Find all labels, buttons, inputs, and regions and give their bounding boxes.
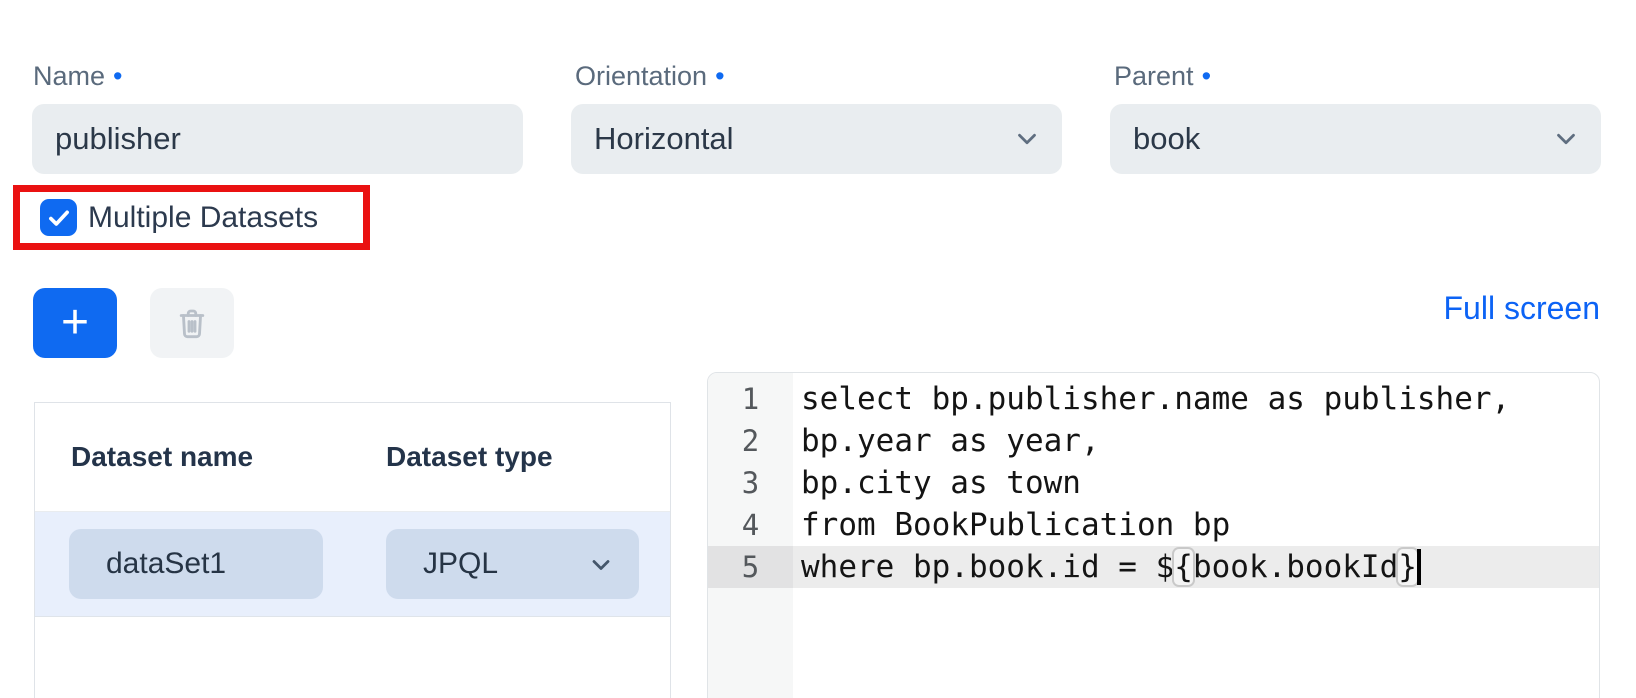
line-number: 5 xyxy=(708,546,793,588)
table-row[interactable]: dataSet1 JPQL xyxy=(35,512,670,617)
parent-field-label: Parent • xyxy=(1114,60,1211,92)
code-line-text: bp.year as year, xyxy=(793,420,1599,462)
code-line-text: from BookPublication bp xyxy=(793,504,1599,546)
code-line[interactable]: 3 bp.city as town xyxy=(708,462,1599,504)
line-number: 3 xyxy=(708,462,793,504)
code-line[interactable]: 2 bp.year as year, xyxy=(708,420,1599,462)
code-line[interactable]: 4 from BookPublication bp xyxy=(708,504,1599,546)
jpql-code-editor[interactable]: 1 select bp.publisher.name as publisher,… xyxy=(707,372,1600,698)
code-line-text: bp.city as town xyxy=(793,462,1599,504)
name-input[interactable]: publisher xyxy=(32,104,523,174)
column-header-dataset-type: Dataset type xyxy=(386,441,553,473)
plus-icon: + xyxy=(61,296,89,349)
chevron-down-icon xyxy=(1012,124,1042,154)
orientation-label-text: Orientation xyxy=(575,61,707,91)
dataset-name-input[interactable]: dataSet1 xyxy=(69,529,323,599)
required-indicator: • xyxy=(113,61,122,91)
code-line-active[interactable]: 5 where bp.book.id = ${book.bookId} xyxy=(708,546,1599,588)
line-number: 2 xyxy=(708,420,793,462)
dataset-type-value: JPQL xyxy=(423,547,498,581)
required-indicator: • xyxy=(715,61,724,91)
code-segment: book.bookId xyxy=(1193,549,1398,585)
code-line-text: select bp.publisher.name as publisher, xyxy=(793,378,1599,420)
chevron-down-icon xyxy=(1551,124,1581,154)
name-input-value: publisher xyxy=(55,121,181,157)
dataset-name-value: dataSet1 xyxy=(106,547,226,581)
fullscreen-link[interactable]: Full screen xyxy=(1444,290,1601,327)
orientation-field-label: Orientation • xyxy=(575,60,725,92)
trash-icon xyxy=(174,305,210,341)
parent-label-text: Parent xyxy=(1114,61,1194,91)
line-number: 4 xyxy=(708,504,793,546)
datasets-table-header: Dataset name Dataset type xyxy=(35,403,670,512)
parent-select[interactable]: book xyxy=(1110,104,1601,174)
required-indicator: • xyxy=(1202,61,1211,91)
dataset-type-select[interactable]: JPQL xyxy=(386,529,639,599)
matched-bracket-open: { xyxy=(1174,549,1193,585)
add-dataset-button[interactable]: + xyxy=(33,288,117,358)
chevron-down-icon xyxy=(587,551,615,579)
code-line-text: where bp.book.id = ${book.bookId} xyxy=(793,546,1599,588)
text-cursor xyxy=(1417,549,1421,585)
checkmark-icon xyxy=(46,205,72,231)
code-line[interactable]: 1 select bp.publisher.name as publisher, xyxy=(708,378,1599,420)
editor-code-area[interactable]: 1 select bp.publisher.name as publisher,… xyxy=(708,373,1599,588)
datasets-table: Dataset name Dataset type dataSet1 JPQL xyxy=(34,402,671,698)
name-label-text: Name xyxy=(33,61,105,91)
dataset-editor-page: Name• publisher Orientation• Horizontal … xyxy=(0,0,1636,698)
multiple-datasets-checkbox[interactable] xyxy=(40,199,77,236)
delete-dataset-button[interactable] xyxy=(150,288,234,358)
name-field-label: Name • xyxy=(33,60,122,92)
column-header-dataset-name: Dataset name xyxy=(71,441,386,473)
orientation-select-value: Horizontal xyxy=(594,121,734,157)
multiple-datasets-label: Multiple Datasets xyxy=(88,185,318,250)
code-segment: where bp.book.id = $ xyxy=(801,549,1174,585)
orientation-select[interactable]: Horizontal xyxy=(571,104,1062,174)
line-number: 1 xyxy=(708,378,793,420)
matched-bracket-close: } xyxy=(1398,549,1417,585)
parent-select-value: book xyxy=(1133,121,1200,157)
